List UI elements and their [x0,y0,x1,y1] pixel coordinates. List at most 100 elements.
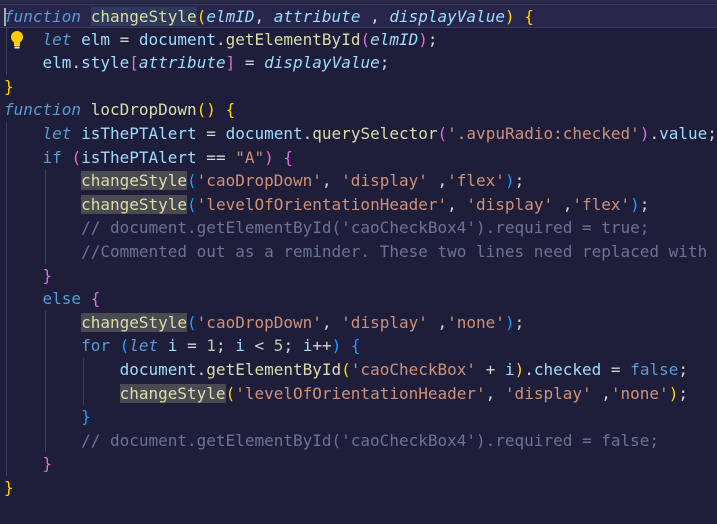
code-token: ( [196,7,207,26]
code-token: changeStyle [81,312,188,332]
code-token: ; [514,312,525,332]
code-line[interactable]: } [0,263,717,288]
code-text: } [4,476,14,500]
code-token: attribute [273,7,361,26]
code-text: elm.style[attribute] = displayValue; [4,51,390,75]
code-token: let [129,336,159,356]
code-token: getElementById [206,360,342,379]
code-token: 'flex' [572,194,631,214]
code-token: displayValue [389,7,505,26]
code-token: ; [283,336,303,356]
code-text: function changeStyle(elmID, attribute , … [4,5,534,29]
code-line[interactable]: function locDropDown() { [0,98,717,122]
code-token: ; [427,29,438,49]
code-token: i [167,336,178,356]
code-token: ; [514,171,525,191]
code-line[interactable]: if (isThePTAlert == "A") { [0,145,717,170]
code-token: changeStyle [90,7,197,26]
code-line[interactable]: changeStyle('caoDropDown', 'display' ,'n… [0,310,717,335]
code-text: } [4,264,53,288]
code-text: } [4,405,91,429]
code-token: , [321,171,342,191]
code-token: changeStyle [119,383,226,403]
code-line[interactable]: let elm = document.getElementById(elmID)… [0,27,717,52]
code-token: "A" [235,147,265,167]
code-token: querySelector [312,124,438,143]
code-token: ) [504,171,515,191]
code-token: . [302,124,313,143]
code-editor[interactable]: function changeStyle(elmID, attribute , … [0,0,717,524]
code-line[interactable]: elm.style[attribute] = displayValue; [0,51,717,75]
code-token: . [215,29,226,49]
code-line[interactable]: // document.getElementById('caoCheckBox4… [0,428,717,453]
code-token: ) [630,194,640,214]
code-line[interactable]: // document.getElementById('caoCheckBox4… [0,216,717,240]
code-line[interactable]: //Commented out as a reminder. These two… [0,240,717,264]
code-token: . [196,360,207,379]
code-line[interactable]: } [0,452,717,476]
code-text: changeStyle('levelOfOrientationHeader', … [4,382,688,406]
code-token: = [177,336,207,356]
code-line[interactable]: document.getElementById('caoCheckBox' + … [0,358,717,382]
code-token: ; [678,383,688,403]
code-token: ) [668,383,679,403]
code-token: 'none' [447,312,505,332]
code-token: ( [360,29,371,49]
code-token: } [42,265,53,285]
code-token: , [485,383,505,403]
code-token: 'display' [341,312,428,332]
code-token: ; [707,124,717,143]
code-token: 'display' [466,194,554,214]
code-token: , [360,7,390,26]
code-token: = [601,360,631,379]
code-token: 'levelOfOrientationHeader' [235,383,486,403]
code-token: i [504,360,515,379]
code-line[interactable]: changeStyle('levelOfOrientationHeader', … [0,192,717,217]
code-token: { [225,100,236,120]
code-line[interactable]: } [0,476,717,500]
code-line[interactable]: changeStyle('levelOfOrientationHeader', … [0,381,717,406]
code-token: // document.getElementById('caoCheckBox4… [81,430,660,450]
code-token: ) [504,312,515,332]
code-line-current[interactable]: function changeStyle(elmID, attribute , … [0,4,717,28]
code-token: changeStyle [81,194,188,214]
code-token: , [553,194,573,214]
code-line[interactable]: } [0,75,717,99]
code-token: let [42,29,72,49]
code-token: function [4,7,82,26]
code-token: ( [341,360,351,379]
code-token: , [427,171,448,191]
code-token: elmID [370,29,419,49]
code-line[interactable]: } [0,405,717,429]
code-line[interactable]: for (let i = 1; i < 5; i++) { [0,334,717,358]
code-token: document [119,360,197,379]
code-text: // document.getElementById('caoCheckBox4… [4,216,649,240]
code-token: i [302,336,313,356]
code-token: . [649,124,660,143]
code-token: displayValue [264,53,380,73]
code-token: = [196,124,226,143]
code-token: , [254,7,274,26]
code-line[interactable]: changeStyle('caoDropDown', 'display' ,'f… [0,169,717,193]
code-token: document [138,29,216,49]
code-line[interactable]: let isThePTAlert = document.querySelecto… [0,122,717,146]
code-token: attribute [138,53,226,73]
lightbulb-icon[interactable] [8,29,26,51]
code-token: , [321,312,342,332]
code-line[interactable]: else { [0,287,717,311]
code-token: , [447,194,467,214]
